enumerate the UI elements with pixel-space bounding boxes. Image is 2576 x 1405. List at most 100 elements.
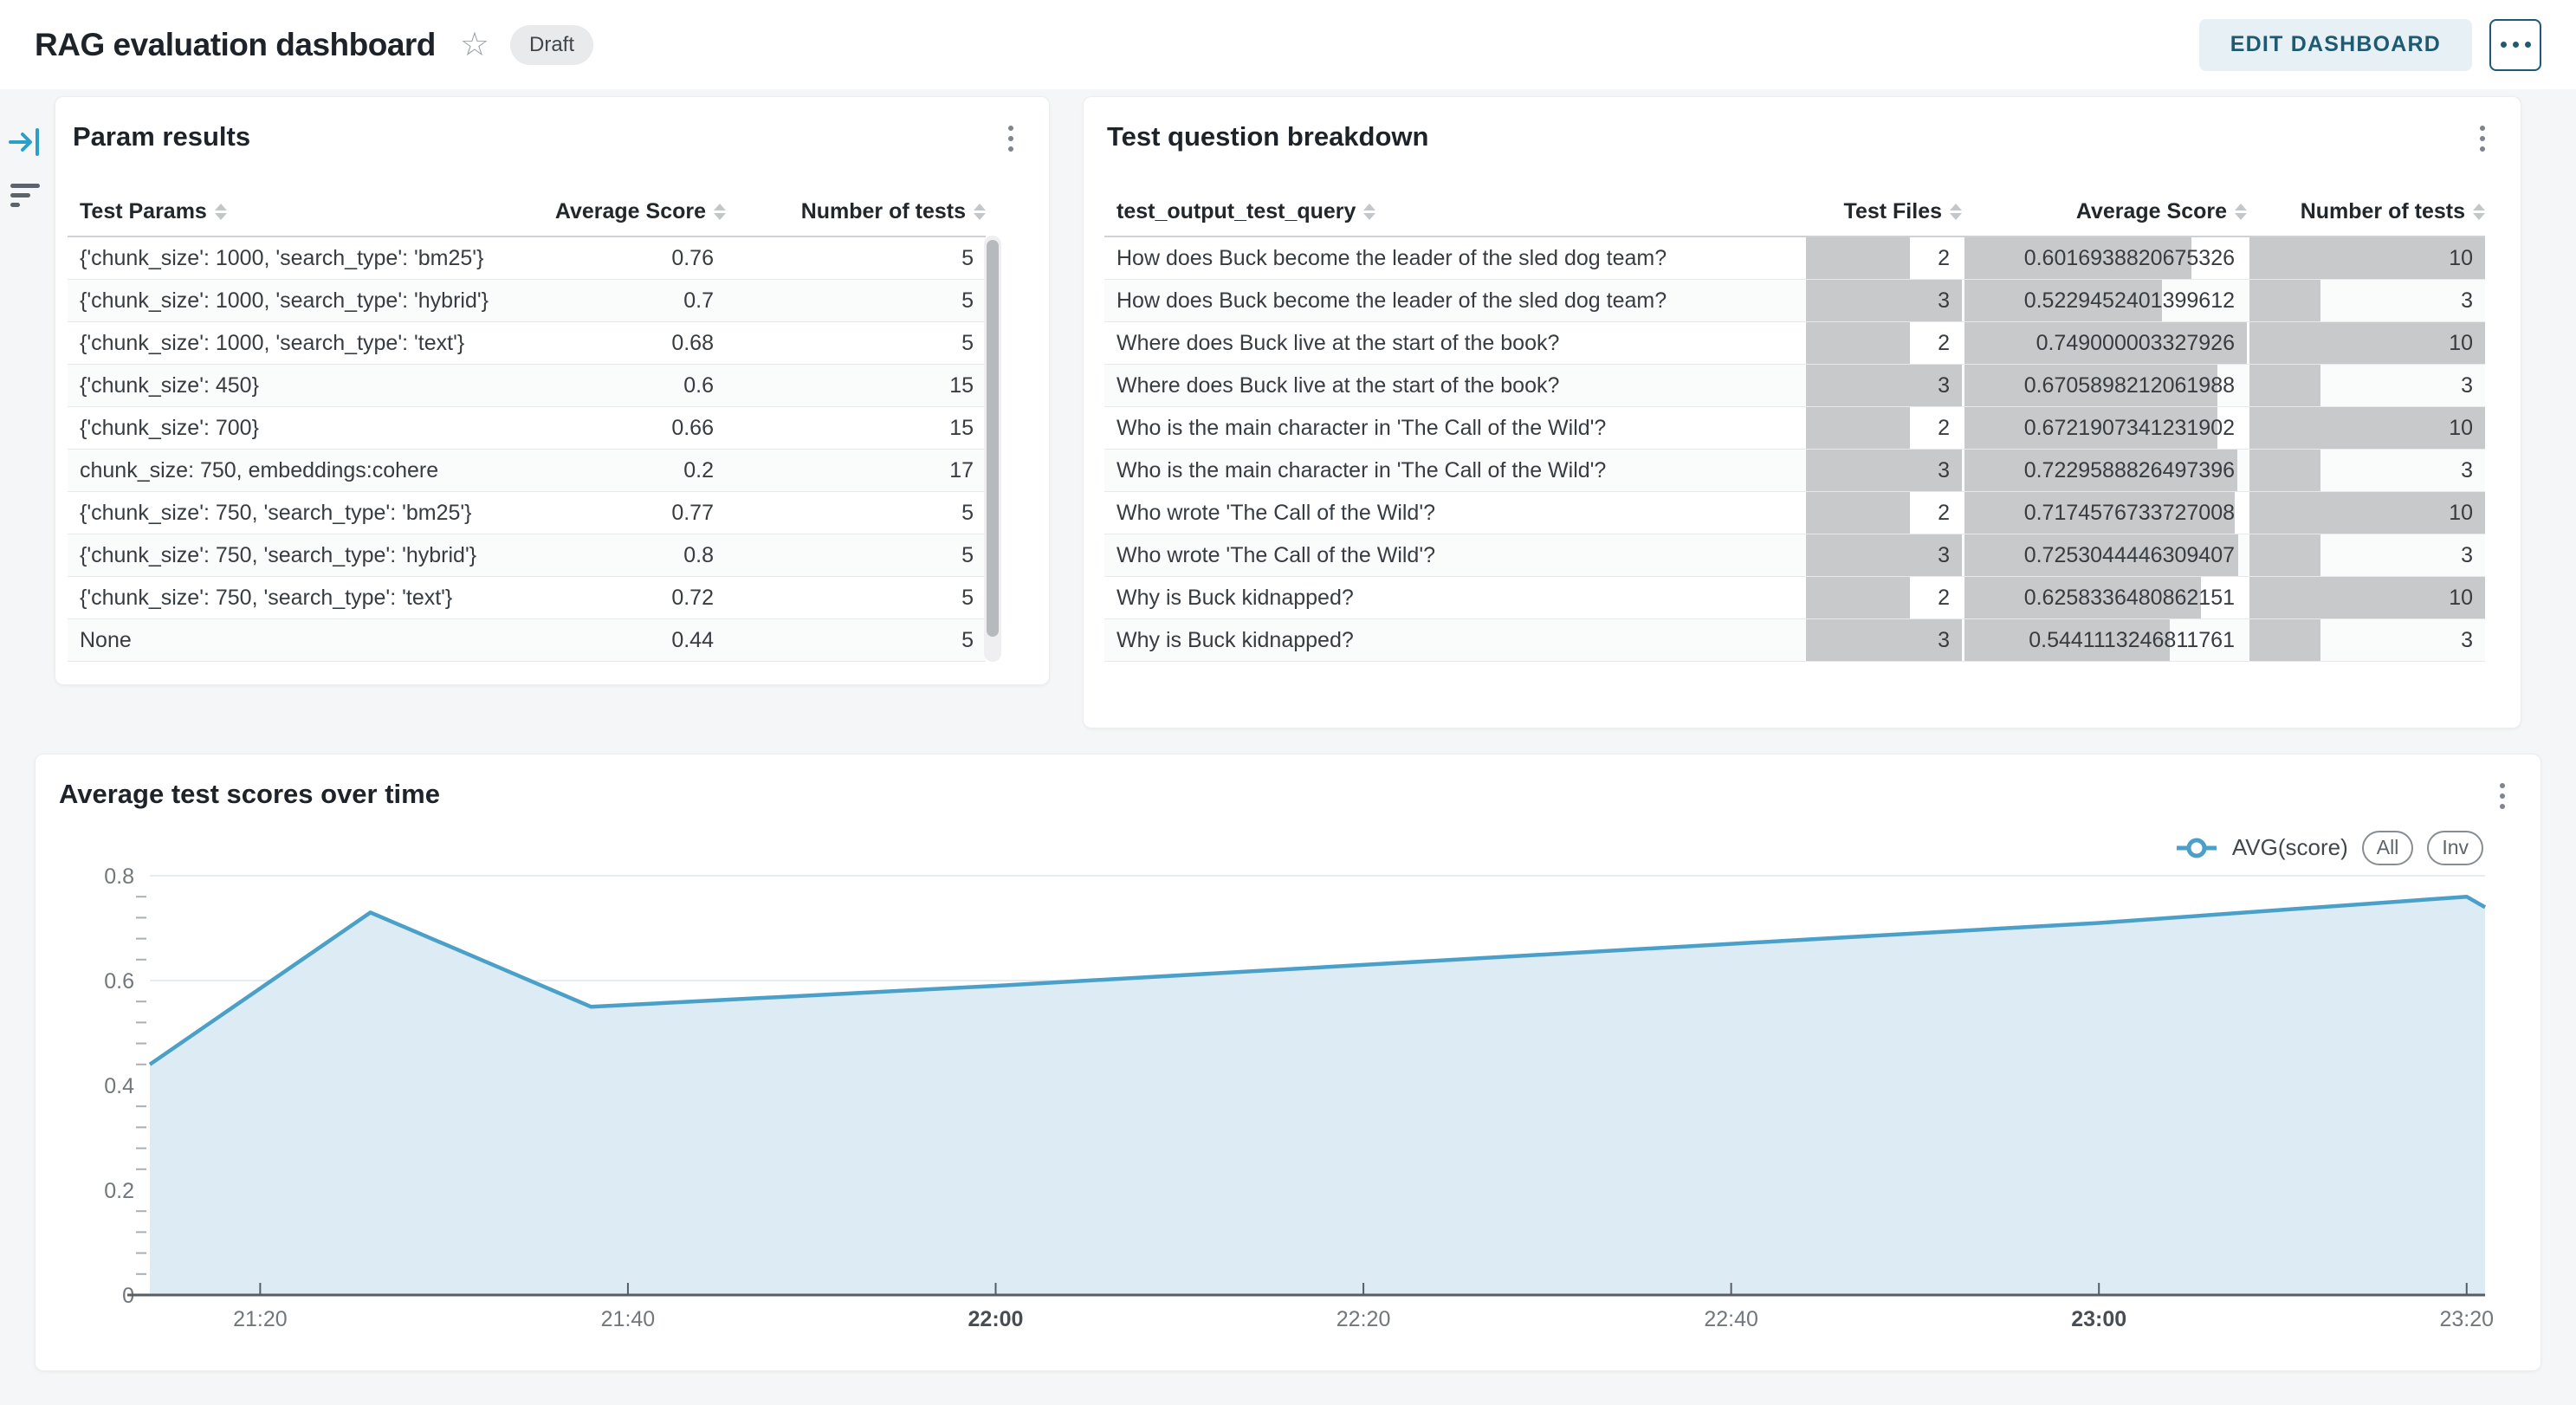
x-axis-tick-label: 22:20 — [1337, 1307, 1391, 1331]
avg-score-cell: 0.76 — [518, 237, 726, 279]
breakdown-table-body: How does Buck become the leader of the s… — [1104, 237, 2485, 662]
num-tests-cell: 5 — [726, 280, 986, 321]
table-row: Who is the main character in 'The Call o… — [1104, 407, 2485, 450]
table-row: {'chunk_size': 1000, 'search_type': 'tex… — [68, 322, 986, 365]
num-tests-cell: 17 — [726, 450, 986, 491]
scores-chart-card: Average test scores over time AVG(score)… — [35, 754, 2541, 1371]
header-kebab-button[interactable] — [2489, 19, 2541, 71]
data-bar — [1806, 577, 1910, 618]
test-files-cell: 3 — [1806, 619, 1962, 661]
test-files-cell: 2 — [1806, 577, 1962, 618]
param-card-kebab-button[interactable] — [994, 120, 1028, 158]
table-row: {'chunk_size': 700}0.6615 — [68, 407, 986, 450]
column-header-test-params[interactable]: Test Params — [68, 199, 518, 224]
query-cell: Who wrote 'The Call of the Wild'? — [1104, 492, 1803, 534]
question-breakdown-table: test_output_test_query Test Files Averag… — [1104, 187, 2485, 662]
avg-score-cell: 0.6016938820675326 — [1964, 237, 2247, 279]
data-bar — [2249, 365, 2320, 406]
table-row: Where does Buck live at the start of the… — [1104, 322, 2485, 365]
num-tests-cell: 10 — [2249, 577, 2485, 618]
avg-score-cell: 0.749000003327926 — [1964, 322, 2247, 364]
test-files-cell: 3 — [1806, 280, 1962, 321]
param-cell: {'chunk_size': 1000, 'search_type': 'tex… — [68, 322, 518, 364]
question-breakdown-card: Test question breakdown test_output_test… — [1083, 96, 2521, 728]
dashboard-page: RAG evaluation dashboard ☆ Draft EDIT DA… — [0, 0, 2576, 1405]
param-results-card: Param results Test Params Average Score … — [55, 96, 1050, 685]
query-cell: How does Buck become the leader of the s… — [1104, 280, 1803, 321]
data-bar — [2249, 619, 2320, 661]
sort-icon — [215, 204, 227, 220]
y-axis-tick-label: 0.8 — [104, 864, 134, 889]
favorite-star-icon[interactable]: ☆ — [460, 29, 489, 62]
table-row: {'chunk_size': 750, 'search_type': 'text… — [68, 577, 986, 619]
column-header-test-output-test-query[interactable]: test_output_test_query — [1104, 199, 1803, 224]
test-files-cell: 3 — [1806, 365, 1962, 406]
num-tests-cell: 3 — [2249, 534, 2485, 576]
avg-score-cell: 0.6721907341231902 — [1964, 407, 2247, 449]
avg-score-cell: 0.44 — [518, 619, 726, 661]
collapse-panel-icon[interactable] — [9, 126, 43, 158]
query-cell: Who is the main character in 'The Call o… — [1104, 450, 1803, 491]
avg-score-cell: 0.6705898212061988 — [1964, 365, 2247, 406]
avg-score-cell: 0.7253044446309407 — [1964, 534, 2247, 576]
param-results-table: Test Params Average Score Number of test… — [68, 187, 986, 662]
column-header-test-files[interactable]: Test Files — [1806, 199, 1962, 224]
avg-score-cell: 0.6258336480862151 — [1964, 577, 2247, 618]
sort-icon — [974, 204, 986, 220]
card-title: Param results — [73, 121, 250, 152]
query-cell: Who wrote 'The Call of the Wild'? — [1104, 534, 1803, 576]
table-row: {'chunk_size': 450}0.615 — [68, 365, 986, 407]
status-badge: Draft — [510, 25, 593, 65]
avg-score-cell: 0.77 — [518, 492, 726, 534]
data-bar — [1806, 322, 1910, 364]
column-header-number-of-tests[interactable]: Number of tests — [2249, 199, 2485, 224]
table-row: Why is Buck kidnapped?20.625833648086215… — [1104, 577, 2485, 619]
data-bar — [2249, 534, 2320, 576]
card-title: Test question breakdown — [1107, 121, 1428, 152]
sort-icon — [2235, 204, 2247, 220]
test-files-cell: 2 — [1806, 237, 1962, 279]
avg-score-cell: 0.7174576733727008 — [1964, 492, 2247, 534]
query-cell: Who is the main character in 'The Call o… — [1104, 407, 1803, 449]
data-bar — [1806, 492, 1910, 534]
test-files-cell: 3 — [1806, 450, 1962, 491]
table-row: {'chunk_size': 1000, 'search_type': 'bm2… — [68, 237, 986, 280]
avg-score-cell: 0.5441113246811761 — [1964, 619, 2247, 661]
avg-score-cell: 0.72 — [518, 577, 726, 618]
y-axis-tick-label: 0.4 — [104, 1074, 134, 1098]
num-tests-cell: 5 — [726, 237, 986, 279]
x-axis-tick-label: 21:20 — [233, 1307, 288, 1331]
header-actions: EDIT DASHBOARD — [2199, 19, 2541, 71]
sort-icon — [714, 204, 726, 220]
table-scrollbar[interactable] — [984, 236, 1001, 662]
x-axis-tick-label: 23:00 — [2071, 1307, 2126, 1331]
column-header-average-score[interactable]: Average Score — [518, 199, 726, 224]
column-header-number-of-tests[interactable]: Number of tests — [726, 199, 986, 224]
query-cell: Where does Buck live at the start of the… — [1104, 365, 1803, 406]
param-cell: {'chunk_size': 750, 'search_type': 'text… — [68, 577, 518, 618]
table-row: Why is Buck kidnapped?30.544111324681176… — [1104, 619, 2485, 662]
test-files-cell: 2 — [1806, 492, 1962, 534]
table-row: How does Buck become the leader of the s… — [1104, 237, 2485, 280]
scrollbar-thumb[interactable] — [987, 240, 999, 637]
param-table-body: {'chunk_size': 1000, 'search_type': 'bm2… — [68, 237, 986, 662]
query-cell: Why is Buck kidnapped? — [1104, 619, 1803, 661]
num-tests-cell: 5 — [726, 577, 986, 618]
param-cell: {'chunk_size': 1000, 'search_type': 'hyb… — [68, 280, 518, 321]
series-area — [150, 897, 2485, 1295]
table-row: None0.445 — [68, 619, 986, 662]
filter-icon[interactable] — [9, 180, 43, 211]
sort-icon — [1950, 204, 1962, 220]
left-rail — [9, 126, 43, 211]
breakdown-card-kebab-button[interactable] — [2465, 120, 2500, 158]
avg-score-cell: 0.68 — [518, 322, 726, 364]
avg-score-cell: 0.7229588826497396 — [1964, 450, 2247, 491]
param-cell: {'chunk_size': 1000, 'search_type': 'bm2… — [68, 237, 518, 279]
num-tests-cell: 10 — [2249, 407, 2485, 449]
avg-score-cell: 0.8 — [518, 534, 726, 576]
table-row: Where does Buck live at the start of the… — [1104, 365, 2485, 407]
avg-score-cell: 0.6 — [518, 365, 726, 406]
table-row: Who wrote 'The Call of the Wild'? 30.7253… — [1104, 534, 2485, 577]
column-header-average-score[interactable]: Average Score — [1964, 199, 2247, 224]
edit-dashboard-button[interactable]: EDIT DASHBOARD — [2199, 19, 2472, 71]
